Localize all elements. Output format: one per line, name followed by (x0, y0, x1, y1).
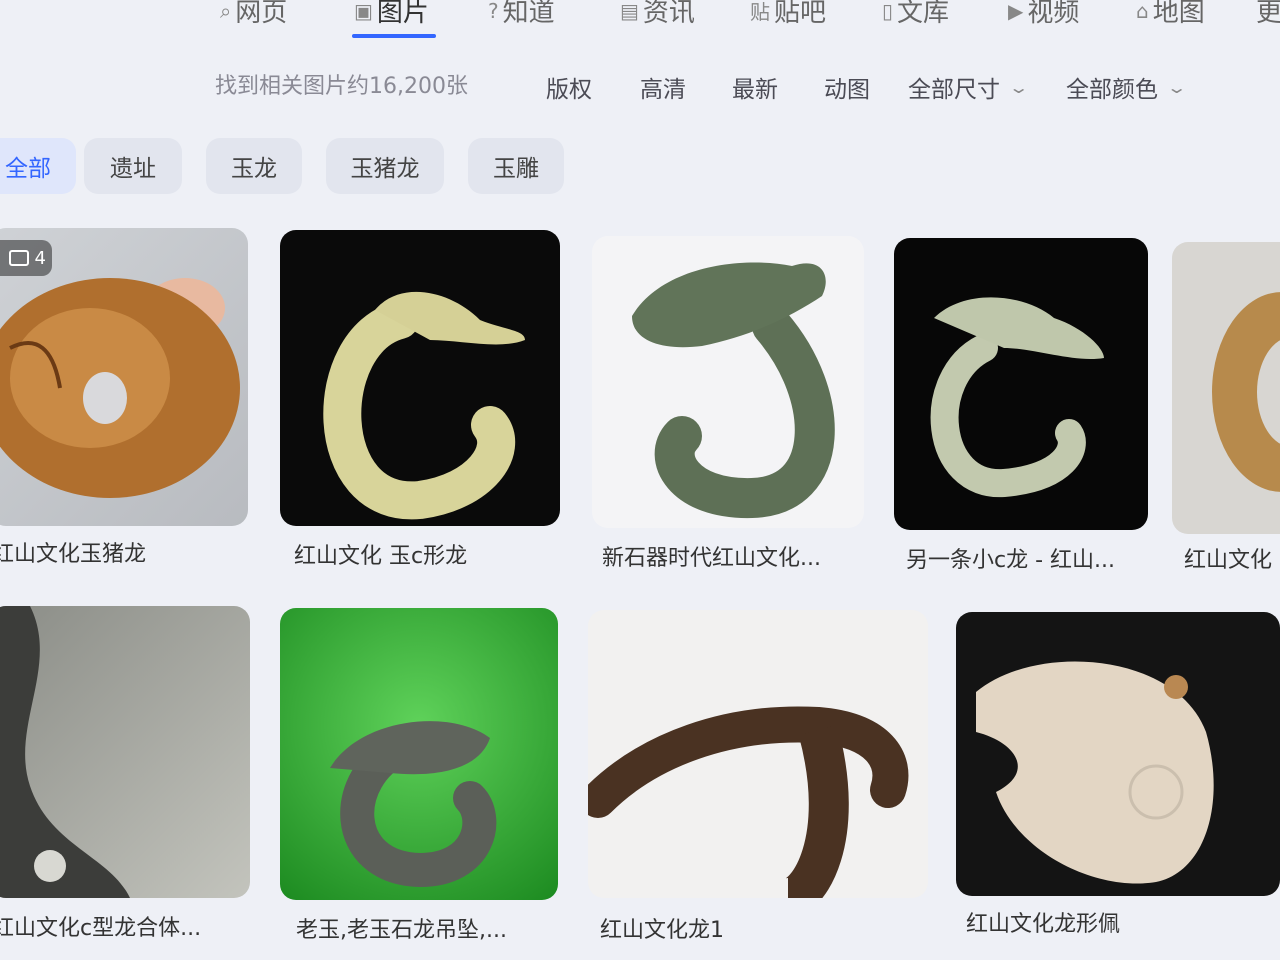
result-caption-7[interactable]: 老玉,老玉石龙吊坠,... (296, 912, 536, 944)
result-image-4[interactable] (894, 238, 1148, 530)
c-dragon-combined-photo (0, 606, 130, 898)
neolithic-jade-dragon-photo (632, 262, 835, 519)
result-image-2[interactable] (280, 230, 560, 526)
document-icon: ▯ (882, 0, 894, 23)
search-icon: ⌕ (220, 0, 232, 23)
filter-hd[interactable]: 高清 (640, 70, 686, 104)
tab-video[interactable]: ▶ 视频 (1008, 0, 1079, 29)
jade-ring-photo (1212, 292, 1280, 492)
news-icon: ▤ (620, 0, 639, 23)
tab-wenku[interactable]: ▯ 文库 (882, 0, 949, 29)
result-caption-6[interactable]: 红山文化c型龙合体... (0, 910, 232, 942)
tab-web-label: 网页 (235, 0, 288, 28)
result-caption-9[interactable]: 红山文化龙形佩 (966, 906, 1266, 938)
tab-web[interactable]: ⌕ 网页 (220, 0, 287, 29)
filter-animated-label: 动图 (824, 77, 870, 103)
filter-latest[interactable]: 最新 (732, 70, 778, 104)
tab-images[interactable]: ▣ 图片 (354, 0, 429, 29)
tab-wenku-label: 文库 (897, 0, 950, 28)
chevron-down-icon: ⌄ (1165, 77, 1188, 97)
tab-tieba-label: 贴吧 (774, 0, 827, 28)
chip-all[interactable]: 全部 (0, 138, 76, 194)
tab-more[interactable]: 更 (1256, 0, 1280, 29)
old-jade-dragon-pendant-photo (330, 721, 497, 888)
video-icon: ▶ (1008, 0, 1024, 23)
map-icon: ⌂ (1136, 0, 1149, 23)
search-type-nav: ⌕ 网页 ▣ 图片 ? 知道 ▤ 资讯 贴 贴吧 ▯ 文库 ▶ 视频 ⌂ 地图 … (0, 0, 1280, 50)
result-caption-3[interactable]: 新石器时代红山文化... (602, 540, 864, 572)
filter-size-label: 全部尺寸 (908, 77, 1000, 103)
tab-video-label: 视频 (1027, 0, 1080, 28)
result-caption-8[interactable]: 红山文化龙1 (600, 912, 920, 944)
chip-site[interactable]: 遗址 (84, 138, 182, 194)
result-image-5[interactable] (1172, 242, 1280, 534)
tab-zhidao[interactable]: ? 知道 (488, 0, 555, 29)
filter-copyright[interactable]: 版权 (546, 70, 592, 104)
result-caption-2[interactable]: 红山文化 玉c形龙 (294, 538, 564, 570)
gallery-icon (8, 250, 29, 266)
chip-jade-dragon[interactable]: 玉龙 (206, 138, 302, 194)
result-image-3[interactable] (592, 236, 864, 528)
image-icon: ▣ (354, 0, 373, 23)
chevron-down-icon: ⌄ (1007, 77, 1030, 97)
filter-color-dropdown[interactable]: 全部颜色 ⌄ (1066, 70, 1187, 104)
filter-animated[interactable]: 动图 (824, 70, 870, 104)
image-count-badge: 4 (0, 240, 52, 276)
result-image-7[interactable] (280, 608, 558, 900)
filter-copyright-label: 版权 (546, 77, 592, 103)
chip-jade-dragon-label: 玉龙 (231, 156, 277, 182)
tab-images-label: 图片 (376, 0, 429, 28)
result-image-6[interactable] (0, 606, 250, 898)
result-caption-4[interactable]: 另一条小c龙 - 红山... (906, 542, 1126, 574)
tab-tieba[interactable]: 贴 贴吧 (750, 0, 826, 29)
question-icon: ? (488, 0, 499, 23)
tab-news[interactable]: ▤ 资讯 (620, 0, 695, 29)
active-tab-indicator (352, 34, 436, 38)
tieba-icon: 贴 (750, 0, 770, 24)
dragon-shaped-pendant-photo (976, 661, 1214, 884)
tab-map[interactable]: ⌂ 地图 (1136, 0, 1205, 29)
chip-jade-carving-label: 玉雕 (493, 156, 539, 182)
result-image-8[interactable] (588, 610, 928, 898)
result-image-9[interactable] (956, 612, 1280, 896)
hongshan-dragon-photo (588, 706, 909, 898)
chip-jade-pig-dragon-label: 玉猪龙 (350, 156, 420, 182)
tab-more-label: 更 (1256, 0, 1280, 28)
chip-all-label: 全部 (5, 156, 51, 182)
result-caption-5[interactable]: 红山文化 (1184, 542, 1280, 574)
small-c-dragon-photo (930, 297, 1104, 498)
filter-hd-label: 高清 (640, 77, 686, 103)
result-count: 找到相关图片约16,200张 (215, 74, 468, 99)
jade-c-dragon-photo (323, 291, 525, 520)
chip-site-label: 遗址 (110, 156, 156, 182)
filter-row: 找到相关图片约16,200张 版权 高清 最新 动图 全部尺寸 ⌄ 全部颜色 ⌄ (0, 60, 1280, 110)
tab-news-label: 资讯 (642, 0, 695, 28)
chip-jade-pig-dragon[interactable]: 玉猪龙 (326, 138, 444, 194)
chip-jade-carving[interactable]: 玉雕 (468, 138, 564, 194)
result-caption-1[interactable]: 红山文化玉猪龙 (0, 536, 250, 568)
filter-color-label: 全部颜色 (1066, 77, 1158, 103)
filter-size-dropdown[interactable]: 全部尺寸 ⌄ (908, 70, 1029, 104)
tab-zhidao-label: 知道 (502, 0, 555, 28)
badge-count: 4 (34, 247, 46, 269)
filter-latest-label: 最新 (732, 77, 778, 103)
tab-map-label: 地图 (1152, 0, 1205, 28)
